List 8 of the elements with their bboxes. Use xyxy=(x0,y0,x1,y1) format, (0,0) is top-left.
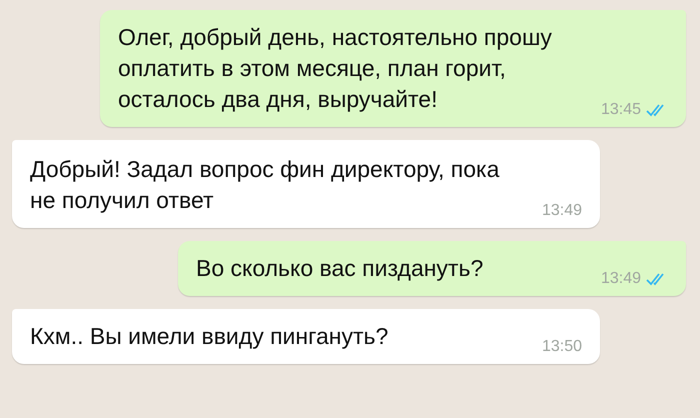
message-text: Кхм.. Вы имели ввиду пингануть? xyxy=(30,322,390,351)
message-time: 13:49 xyxy=(542,202,582,220)
message-time: 13:49 xyxy=(600,270,641,288)
message-time: 13:50 xyxy=(542,338,582,356)
message-text: Добрый! Задал вопрос фин директору, пока не получил ответ xyxy=(30,155,500,215)
message-time: 13:45 xyxy=(600,101,641,119)
message-text: Во сколько вас пиздануть? xyxy=(196,254,484,283)
message-text: Олег, добрый день, настоятельно прошу оплатить в этом месяце, план горит, осталось два дня, выручайте! xyxy=(118,23,553,114)
